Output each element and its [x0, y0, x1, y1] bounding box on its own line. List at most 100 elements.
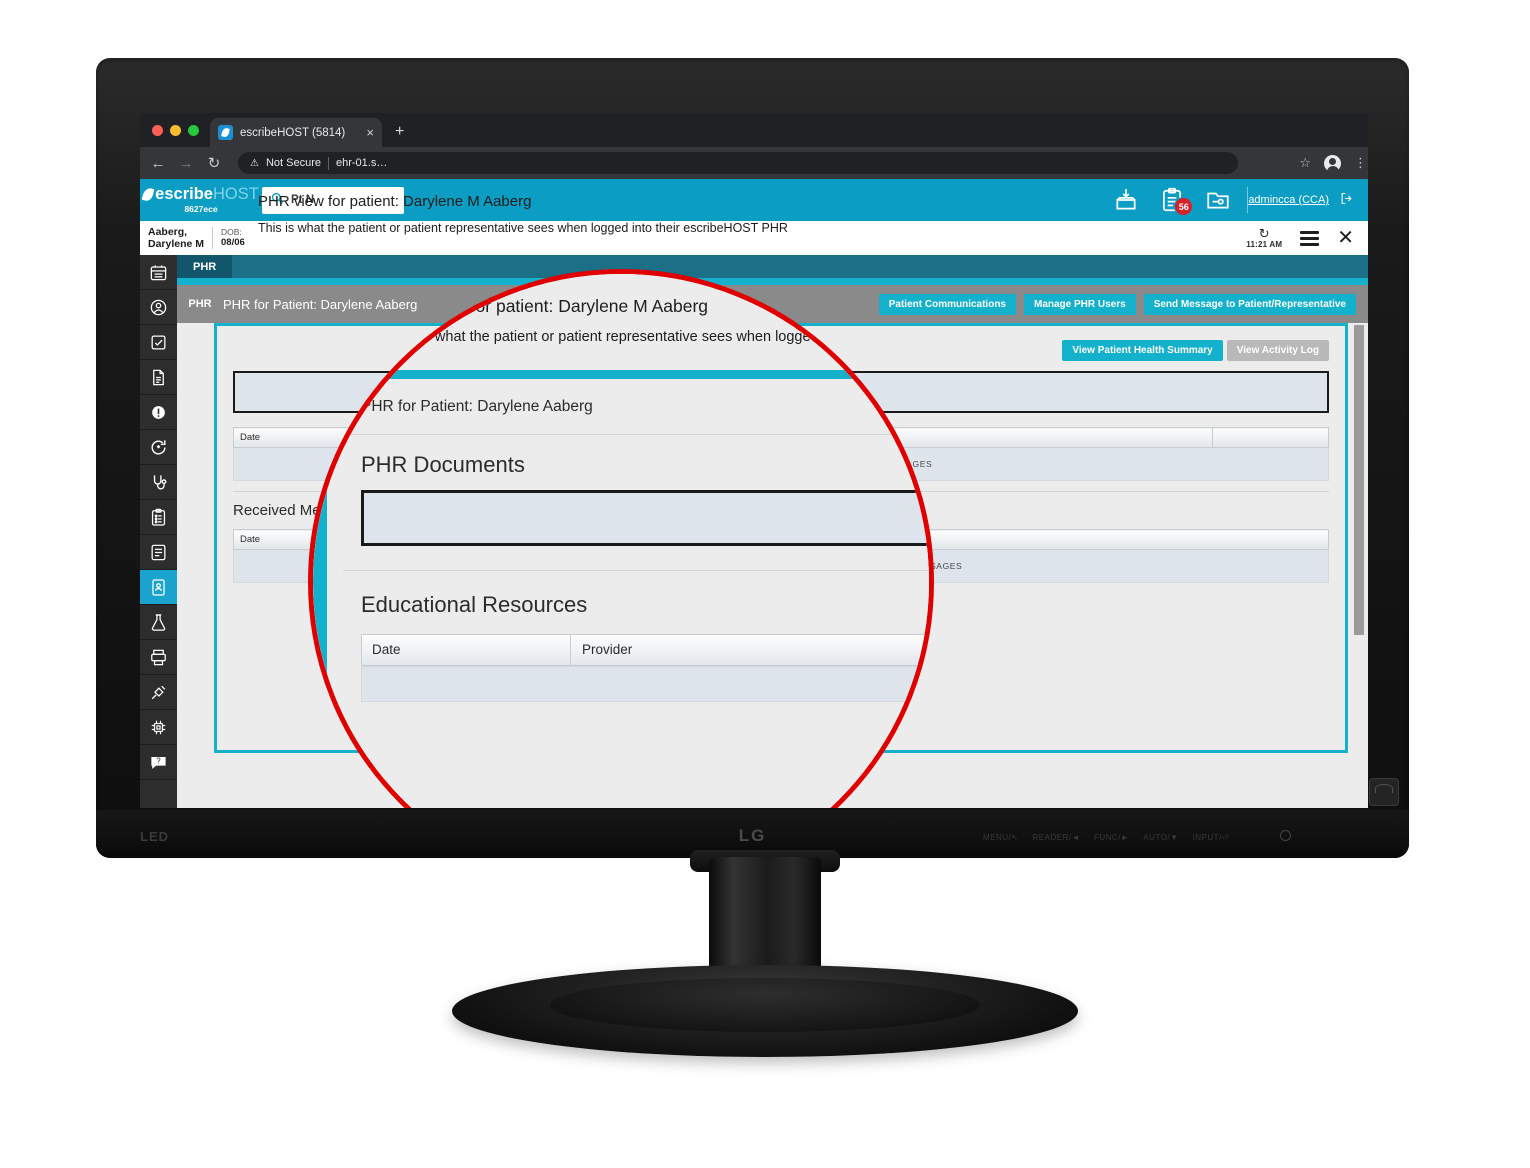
window-close-button[interactable] — [152, 125, 163, 136]
logo-accent-text: HOST — [212, 184, 259, 203]
mag-phr-documents-box[interactable] — [361, 490, 929, 546]
browser-toolbar: ← → ↻ ⚠ Not Secure ehr-01.s… ☆ ⋮ — [140, 147, 1368, 179]
sidebar-item-help[interactable]: ? — [140, 745, 177, 780]
close-icon[interactable]: ✕ — [1337, 228, 1354, 248]
mag-modal-title: PHR view for patient: Darylene M Aaberg — [389, 296, 709, 316]
browser-tab[interactable]: escribeHOST (5814) × — [210, 118, 382, 147]
browser-tabstrip: escribeHOST (5814) × + — [140, 113, 1368, 147]
view-activity-log-button[interactable]: View Activity Log — [1226, 340, 1329, 361]
search-icon — [271, 192, 284, 208]
search-placeholder: Pt N — [291, 194, 314, 206]
patient-name-line1: Aaberg, — [148, 225, 188, 238]
power-button-icon[interactable] — [1280, 830, 1291, 841]
osd-menu-label[interactable]: MENU/↖ — [983, 833, 1018, 842]
close-icon[interactable]: × — [366, 125, 374, 140]
back-button[interactable]: ← — [150, 155, 166, 172]
col-extra — [1212, 427, 1329, 448]
phr-side-label: PHR — [177, 285, 223, 323]
mag-modal-subtitle: This is what the patient or patient repr… — [389, 329, 930, 345]
sidebar-item-print[interactable] — [140, 640, 177, 675]
logo-primary-text: escribe — [155, 184, 213, 203]
header-icon-group: 56 — [1113, 179, 1247, 221]
sidebar-item-phr[interactable] — [140, 570, 177, 605]
session-refresh[interactable]: ↻ 11:21 AM — [1246, 227, 1283, 249]
brand-logo: LG — [738, 826, 767, 845]
certification-badge-icon — [1369, 778, 1399, 806]
notification-badge: 56 — [1174, 197, 1194, 216]
osd-auto-label[interactable]: AUTO/▼ — [1143, 833, 1178, 842]
sidebar-item-injections[interactable] — [140, 675, 177, 710]
patient-strip-actions: ↻ 11:21 AM ✕ — [1246, 227, 1368, 249]
led-logo: LED — [140, 829, 169, 844]
profile-avatar-icon[interactable] — [1324, 154, 1341, 173]
mag-page-title: PHR for Patient: Darylene Aaberg — [361, 398, 593, 415]
sidebar-item-history[interactable] — [140, 430, 177, 465]
hamburger-menu-icon[interactable] — [1300, 228, 1320, 249]
mag-phr-documents-title: PHR Documents — [361, 452, 525, 477]
address-bar[interactable]: ⚠ Not Secure ehr-01.s… — [238, 152, 1238, 174]
osd-func-label[interactable]: FUNC/► — [1094, 833, 1129, 842]
refresh-icon[interactable]: ↻ — [1246, 227, 1282, 240]
send-message-button[interactable]: Send Message to Patient/Representative — [1143, 293, 1356, 315]
current-user-link[interactable]: admincca (CCA) — [1248, 194, 1329, 206]
patient-search-input[interactable]: Pt N — [262, 186, 404, 214]
logo-subtext: 8627ece — [184, 204, 218, 215]
monitor: escribeHOST (5814) × + ← → ↻ ⚠ Not Secur… — [96, 58, 1409, 858]
osd-input-label[interactable]: INPUT/⏎ — [1193, 833, 1229, 842]
osd-reader-label[interactable]: READER/◄ — [1033, 833, 1080, 842]
warning-triangle-icon: ⚠ — [250, 157, 259, 169]
browser-tab-title: escribeHOST (5814) — [240, 126, 346, 139]
forward-button[interactable]: → — [178, 155, 194, 172]
new-tab-button[interactable]: + — [395, 123, 404, 141]
sidebar-item-calendar[interactable] — [140, 255, 177, 290]
sidebar-item-devices[interactable] — [140, 710, 177, 745]
sidebar-item-patient-profile[interactable] — [140, 290, 177, 325]
sidebar-item-vitals[interactable] — [140, 465, 177, 500]
window-maximize-button[interactable] — [188, 125, 199, 136]
kebab-menu-icon[interactable]: ⋮ — [1354, 156, 1367, 169]
manage-phr-users-button[interactable]: Manage PHR Users — [1024, 293, 1136, 315]
scrollbar-thumb[interactable] — [1354, 325, 1364, 635]
left-nav-sidebar: ? — [140, 255, 177, 808]
clipboard-tasks-icon[interactable]: 56 — [1159, 187, 1194, 216]
view-patient-health-summary-button[interactable]: View Patient Health Summary — [1062, 340, 1223, 361]
toolbar-right: ☆ ⋮ — [1299, 154, 1367, 173]
reload-button[interactable]: ↻ — [206, 154, 222, 172]
url-text: ehr-01.s… — [336, 157, 388, 169]
monitor-stand-base-inner — [550, 978, 980, 1032]
monitor-stand-neck — [709, 857, 821, 982]
patient-dob: DOB: 08/06 — [213, 227, 245, 249]
sidebar-item-allergies[interactable] — [140, 395, 177, 430]
bookmark-star-icon[interactable]: ☆ — [1299, 155, 1311, 171]
mag-educational-resources-title: Educational Resources — [361, 592, 588, 617]
mag-col-date: Date — [372, 642, 401, 657]
tab-phr[interactable]: PHR — [177, 255, 233, 278]
header-user-area: admincca (CCA) — [1248, 179, 1368, 221]
app-header: escribe HOST 8627ece Pt N 56 admincca (C… — [140, 179, 1368, 221]
mag-col-provider: Provider — [582, 642, 633, 657]
dob-label: DOB: — [221, 227, 242, 238]
sidebar-item-notes[interactable] — [140, 535, 177, 570]
folder-key-icon[interactable] — [1205, 187, 1231, 213]
panel-scrollbar[interactable] — [1353, 325, 1365, 804]
logout-icon[interactable] — [1339, 191, 1354, 209]
sidebar-item-orders[interactable] — [140, 500, 177, 535]
escribehost-logo[interactable]: escribe HOST 8627ece — [140, 179, 262, 221]
sidebar-item-tasks[interactable] — [140, 325, 177, 360]
monitor-screen: escribeHOST (5814) × + ← → ↻ ⚠ Not Secur… — [140, 113, 1368, 808]
patient-name-line2: Darylene M — [148, 238, 205, 250]
subheader-buttons: Patient Communications Manage PHR Users … — [878, 293, 1368, 315]
magnifier-content: PHR view for patient: Darylene M Aaberg … — [313, 274, 930, 808]
sidebar-item-lab[interactable] — [140, 605, 177, 640]
dob-value: 08/06 — [221, 237, 245, 249]
sidebar-item-extra[interactable] — [140, 780, 177, 808]
sidebar-item-documents[interactable] — [140, 360, 177, 395]
patient-name[interactable]: Aaberg, Darylene M — [140, 226, 212, 250]
svg-text:?: ? — [156, 756, 161, 765]
window-minimize-button[interactable] — [170, 125, 181, 136]
mag-edu-header-row: Date Provider Sent FROM — [361, 634, 929, 666]
security-label: Not Secure — [265, 157, 321, 169]
magnifier-circle: PHR view for patient: Darylene M Aaberg … — [308, 269, 934, 808]
session-time: 11:21 AM — [1246, 239, 1283, 249]
inbox-download-icon[interactable] — [1113, 187, 1139, 213]
